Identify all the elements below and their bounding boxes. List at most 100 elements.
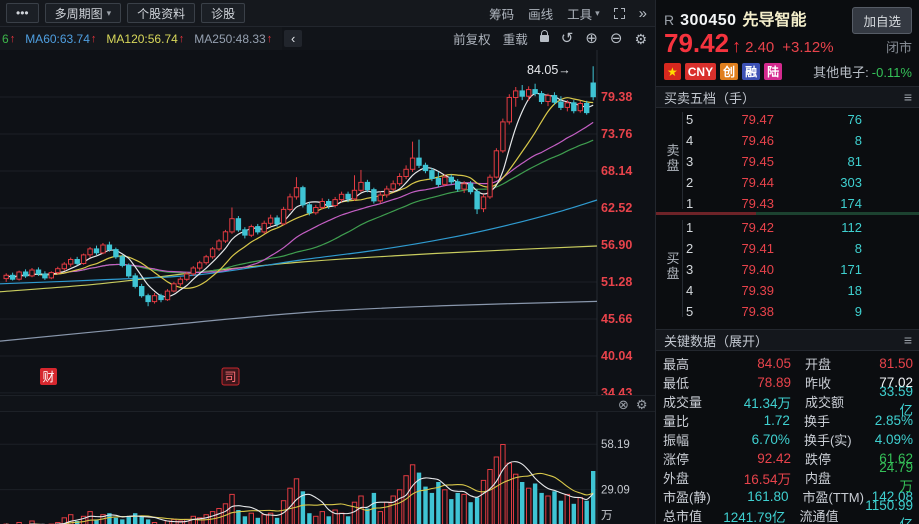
svg-text:58.19: 58.19 <box>601 439 630 451</box>
undo-icon[interactable]: ↺ <box>561 31 574 46</box>
sector-change: -0.11% <box>871 65 912 80</box>
pane-divider <box>0 395 655 412</box>
stock-name: 先导智能 <box>742 12 807 29</box>
volume: 8 <box>854 241 862 256</box>
event-marker[interactable]: 财 <box>40 368 57 385</box>
collapse-chevron-icon[interactable]: ‹ <box>284 30 303 47</box>
registered-mark: R <box>664 12 675 28</box>
svg-text:司: 司 <box>224 370 236 384</box>
more-button[interactable]: ••• <box>6 3 39 23</box>
order-book-row[interactable]: 4 79.46 8 <box>656 130 919 151</box>
divider <box>682 220 683 317</box>
sector-link[interactable]: 其他电子: -0.11% <box>813 62 912 81</box>
draw-line-menu[interactable]: 画线 <box>528 4 553 23</box>
volume: 8 <box>854 133 862 148</box>
gear-icon[interactable]: ⚙ <box>634 32 647 46</box>
price-change: 2.40 <box>745 39 775 56</box>
price: 79.40 <box>741 262 774 277</box>
price: 79.39 <box>741 283 774 298</box>
reload-button[interactable]: 重载 <box>503 29 528 48</box>
tools-menu[interactable]: 工具 ▾ <box>567 4 600 23</box>
price: 79.42 <box>741 220 774 235</box>
order-book-row[interactable]: 5 79.47 76 <box>656 109 919 130</box>
key-data-row: 外盘 16.54万 内盘 24.79万 <box>663 460 913 494</box>
key-data-row: 总市值1241.79亿 流通值1150.99亿 <box>663 498 913 524</box>
svg-text:79.38: 79.38 <box>601 90 632 104</box>
tag-row: ★ CNY 创融陆 其他电子: -0.11% <box>664 62 912 81</box>
svg-text:51.28: 51.28 <box>601 275 632 289</box>
tab-multi-period[interactable]: 多周期图 ▾ <box>44 3 122 23</box>
tab-diagnose[interactable]: 诊股 <box>201 3 246 23</box>
event-marker[interactable]: 司 <box>221 367 240 386</box>
hamburger-icon[interactable]: ≡ <box>904 89 912 105</box>
key-data-row: 成交量 41.34万 成交额 33.59亿 <box>663 384 913 418</box>
china-flag-tag[interactable]: ★ <box>664 63 681 80</box>
order-book-row[interactable]: 1 79.42 112 <box>656 217 919 238</box>
order-book-row[interactable]: 1 79.43 174 <box>656 193 919 214</box>
order-book-row[interactable]: 4 79.39 18 <box>656 280 919 301</box>
key-data-header[interactable]: 关键数据（展开） ≡ <box>656 329 919 351</box>
ma-label: MA120:56.74 ↑ <box>106 31 185 46</box>
forward-adjust-button[interactable]: 前复权 <box>453 29 491 48</box>
volume: 18 <box>847 283 862 298</box>
volume: 81 <box>847 154 862 169</box>
chevron-down-icon: ▾ <box>106 7 112 18</box>
arrow-up-icon: ↑ <box>732 36 742 56</box>
order-book-row[interactable]: 2 79.44 303 <box>656 172 919 193</box>
order-book-row[interactable]: 2 79.41 8 <box>656 238 919 259</box>
cny-tag[interactable]: CNY <box>684 63 717 80</box>
sell-side-label: 卖盘 <box>666 143 680 173</box>
key-data-row: 振幅 6.70% 换手(实) 4.09% <box>663 432 913 448</box>
ma-label: MA250:48.33 ↑ <box>194 31 273 46</box>
svg-text:73.76: 73.76 <box>601 127 632 141</box>
volume: 112 <box>841 220 862 235</box>
chevron-down-icon: ▾ <box>595 8 600 18</box>
volume: 76 <box>847 112 862 127</box>
fullscreen-icon[interactable] <box>613 8 625 19</box>
price-row: 79.42 ↑ 2.40 +3.12% 闭市 <box>664 28 912 59</box>
buy-side-label: 买盘 <box>666 251 680 281</box>
volume: 174 <box>840 196 862 211</box>
candlestick-chart[interactable]: 79.38 73.76 68.14 62.52 56.90 51.28 45.66 40.04… <box>0 50 655 395</box>
price: 79.45 <box>741 154 774 169</box>
quote-panel: R 300450 先导智能 加自选 79.42 ↑ 2.40 +3.12% 闭市… <box>655 0 919 524</box>
close-circle-icon[interactable]: ⊗ <box>618 397 629 413</box>
chips-menu[interactable]: 筹码 <box>489 4 514 23</box>
volume: 303 <box>840 175 862 190</box>
key-data-row: 最高 84.05 开盘 81.50 <box>663 356 913 372</box>
volume: 9 <box>854 304 862 319</box>
order-book-row[interactable]: 5 79.38 9 <box>656 301 919 322</box>
gear-icon[interactable]: ⚙ <box>636 397 648 413</box>
hamburger-icon[interactable]: ≡ <box>904 332 912 348</box>
lock-icon[interactable] <box>539 30 549 42</box>
svg-text:万: 万 <box>601 510 613 522</box>
divider <box>682 112 683 209</box>
svg-text:40.04: 40.04 <box>601 349 632 363</box>
price: 79.41 <box>741 241 774 256</box>
order-book-row[interactable]: 3 79.45 81 <box>656 151 919 172</box>
ma-label-row: 6 ↑ MA60:63.74 ↑ MA120:56.74 ↑ MA250:48.33 ↑ ‹ … <box>0 27 655 50</box>
chuang-tag[interactable]: 创 <box>720 63 739 80</box>
svg-text:45.66: 45.66 <box>601 312 632 326</box>
toolbar: ••• 多周期图 ▾ 个股资料 诊股 筹码 画线 工具 ▾ » <box>0 0 655 27</box>
svg-text:29.09: 29.09 <box>601 485 630 497</box>
rong-tag[interactable]: 融 <box>742 63 761 80</box>
zoom-in-icon[interactable]: ⊕ <box>585 31 598 46</box>
price-change-pct: +3.12% <box>782 39 834 56</box>
order-book-row[interactable]: 3 79.40 171 <box>656 259 919 280</box>
price: 79.44 <box>741 175 774 190</box>
svg-text:56.90: 56.90 <box>601 238 632 252</box>
volume-chart[interactable]: 58.19 29.09 万 <box>0 412 655 524</box>
zoom-out-icon[interactable]: ⊖ <box>610 31 623 46</box>
price: 79.46 <box>741 133 774 148</box>
bid-ask-ratio-bar <box>656 212 919 215</box>
last-price: 79.42 <box>664 28 730 58</box>
tab-stock-info[interactable]: 个股资料 <box>127 3 196 23</box>
key-data-row: 最低 78.89 昨收 77.02 <box>663 375 913 391</box>
lu-tag[interactable]: 陆 <box>764 63 783 80</box>
volume: 171 <box>840 262 862 277</box>
svg-text:财: 财 <box>42 370 54 384</box>
price: 79.47 <box>741 112 774 127</box>
key-data-row: 涨停 92.42 跌停 61.62 <box>663 451 913 467</box>
double-chevron-icon[interactable]: » <box>639 6 647 21</box>
